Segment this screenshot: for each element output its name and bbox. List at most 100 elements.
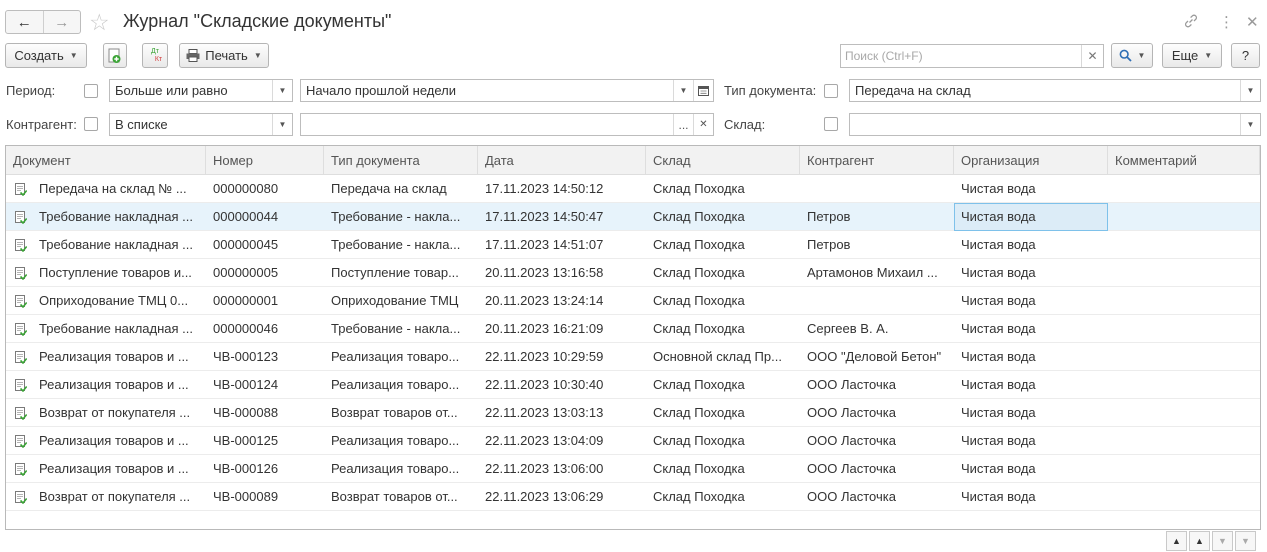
comment-cell[interactable]	[1108, 455, 1260, 483]
doc-type-cell[interactable]: Требование - накла...	[324, 203, 478, 231]
counterparty-value-field[interactable]: ... ✕	[300, 113, 714, 136]
column-header-document[interactable]: Документ	[6, 146, 206, 175]
date-cell[interactable]: 22.11.2023 10:29:59	[478, 343, 646, 371]
document-cell[interactable]: Реализация товаров и ...	[32, 371, 206, 399]
column-header-number[interactable]: Номер	[206, 146, 324, 175]
chevron-down-icon[interactable]: ▼	[272, 80, 292, 101]
organization-cell[interactable]: Чистая вода	[954, 203, 1108, 231]
organization-cell[interactable]: Чистая вода	[954, 371, 1108, 399]
counterparty-cell[interactable]: Петров	[800, 203, 954, 231]
warehouse-cell[interactable]: Склад Походка	[646, 259, 800, 287]
search-input[interactable]	[841, 45, 1081, 67]
table-row[interactable]: Возврат от покупателя ... ЧВ-000089 Возвра…	[6, 483, 1260, 511]
warehouse-cell[interactable]: Склад Походка	[646, 203, 800, 231]
comment-cell[interactable]	[1108, 175, 1260, 203]
scroll-down-icon[interactable]: ▼	[1212, 531, 1233, 551]
warehouse-cell[interactable]: Склад Походка	[646, 287, 800, 315]
organization-cell[interactable]: Чистая вода	[954, 175, 1108, 203]
organization-cell[interactable]: Чистая вода	[954, 399, 1108, 427]
document-cell[interactable]: Требование накладная ...	[32, 315, 206, 343]
link-icon[interactable]	[1183, 13, 1199, 33]
counterparty-checkbox[interactable]	[84, 117, 98, 131]
column-header-warehouse[interactable]: Склад	[646, 146, 800, 175]
select-ellipsis-button[interactable]: ...	[673, 114, 693, 135]
doc-type-cell[interactable]: Поступление товар...	[324, 259, 478, 287]
calendar-icon[interactable]	[693, 80, 713, 101]
number-cell[interactable]: 000000044	[206, 203, 324, 231]
back-arrow-icon[interactable]: ←	[6, 11, 43, 33]
forward-arrow-icon[interactable]: →	[42, 11, 81, 33]
number-cell[interactable]: 000000045	[206, 231, 324, 259]
documents-table[interactable]: Документ Номер Тип документа Дата Склад Контр…	[5, 145, 1261, 530]
warehouse-cell[interactable]: Склад Походка	[646, 175, 800, 203]
number-cell[interactable]: ЧВ-000125	[206, 427, 324, 455]
doc-type-cell[interactable]: Реализация товаро...	[324, 371, 478, 399]
document-cell[interactable]: Поступление товаров и...	[32, 259, 206, 287]
organization-cell[interactable]: Чистая вода	[954, 343, 1108, 371]
table-row[interactable]: Реализация товаров и ... ЧВ-000125 Реализа…	[6, 427, 1260, 455]
dt-kt-button[interactable]: Дт Кт	[142, 43, 168, 68]
table-row[interactable]: Реализация товаров и ... ЧВ-000124 Реализа…	[6, 371, 1260, 399]
warehouse-cell[interactable]: Склад Походка	[646, 399, 800, 427]
table-row[interactable]: Возврат от покупателя ... ЧВ-000088 Возвра…	[6, 399, 1260, 427]
search-button[interactable]: ▼	[1111, 43, 1153, 68]
chevron-down-icon[interactable]: ▼	[1240, 114, 1260, 135]
scroll-to-bottom-icon[interactable]: ▼︎	[1235, 531, 1256, 551]
number-cell[interactable]: ЧВ-000123	[206, 343, 324, 371]
table-row[interactable]: Требование накладная ... 000000044 Требова…	[6, 203, 1260, 231]
organization-cell[interactable]: Чистая вода	[954, 287, 1108, 315]
number-cell[interactable]: 000000080	[206, 175, 324, 203]
date-cell[interactable]: 22.11.2023 13:06:29	[478, 483, 646, 511]
clear-icon[interactable]: ✕	[693, 114, 713, 135]
chevron-down-icon[interactable]: ▼	[673, 80, 693, 101]
warehouse-cell[interactable]: Основной склад Пр...	[646, 343, 800, 371]
column-header-organization[interactable]: Организация	[954, 146, 1108, 175]
organization-cell[interactable]: Чистая вода	[954, 455, 1108, 483]
table-row[interactable]: Передача на склад № ... 000000080 Передача…	[6, 175, 1260, 203]
doc-type-cell[interactable]: Возврат товаров от...	[324, 399, 478, 427]
warehouse-cell[interactable]: Склад Походка	[646, 315, 800, 343]
number-cell[interactable]: 000000001	[206, 287, 324, 315]
doc-type-checkbox[interactable]	[824, 84, 838, 98]
comment-cell[interactable]	[1108, 315, 1260, 343]
doc-type-cell[interactable]: Требование - накла...	[324, 315, 478, 343]
create-button[interactable]: Создать ▼	[5, 43, 87, 68]
period-value-field[interactable]: Начало прошлой недели ▼	[300, 79, 714, 102]
document-cell[interactable]: Реализация товаров и ...	[32, 343, 206, 371]
column-header-comment[interactable]: Комментарий	[1108, 146, 1260, 175]
warehouse-cell[interactable]: Склад Походка	[646, 231, 800, 259]
column-header-date[interactable]: Дата	[478, 146, 646, 175]
scroll-up-icon[interactable]: ▲	[1189, 531, 1210, 551]
counterparty-cell[interactable]	[800, 175, 954, 203]
date-cell[interactable]: 20.11.2023 13:24:14	[478, 287, 646, 315]
column-header-doc-type[interactable]: Тип документа	[324, 146, 478, 175]
comment-cell[interactable]	[1108, 399, 1260, 427]
document-cell[interactable]: Возврат от покупателя ...	[32, 399, 206, 427]
date-cell[interactable]: 17.11.2023 14:51:07	[478, 231, 646, 259]
warehouse-cell[interactable]: Склад Походка	[646, 427, 800, 455]
document-cell[interactable]: Передача на склад № ...	[32, 175, 206, 203]
organization-cell[interactable]: Чистая вода	[954, 231, 1108, 259]
scroll-to-top-icon[interactable]: ▲︎	[1166, 531, 1187, 551]
counterparty-condition-select[interactable]: В списке ▼	[109, 113, 293, 136]
doc-type-cell[interactable]: Реализация товаро...	[324, 427, 478, 455]
period-condition-select[interactable]: Больше или равно ▼	[109, 79, 293, 102]
comment-cell[interactable]	[1108, 231, 1260, 259]
doc-type-cell[interactable]: Возврат товаров от...	[324, 483, 478, 511]
chevron-down-icon[interactable]: ▼	[1240, 80, 1260, 101]
warehouse-cell[interactable]: Склад Походка	[646, 483, 800, 511]
doc-type-cell[interactable]: Передача на склад	[324, 175, 478, 203]
number-cell[interactable]: 000000046	[206, 315, 324, 343]
counterparty-cell[interactable]	[800, 287, 954, 315]
document-cell[interactable]: Реализация товаров и ...	[32, 427, 206, 455]
number-cell[interactable]: ЧВ-000126	[206, 455, 324, 483]
number-cell[interactable]: ЧВ-000124	[206, 371, 324, 399]
organization-cell[interactable]: Чистая вода	[954, 259, 1108, 287]
comment-cell[interactable]	[1108, 287, 1260, 315]
comment-cell[interactable]	[1108, 343, 1260, 371]
document-cell[interactable]: Реализация товаров и ...	[32, 455, 206, 483]
counterparty-cell[interactable]: Сергеев В. А.	[800, 315, 954, 343]
warehouse-checkbox[interactable]	[824, 117, 838, 131]
comment-cell[interactable]	[1108, 483, 1260, 511]
date-cell[interactable]: 17.11.2023 14:50:12	[478, 175, 646, 203]
